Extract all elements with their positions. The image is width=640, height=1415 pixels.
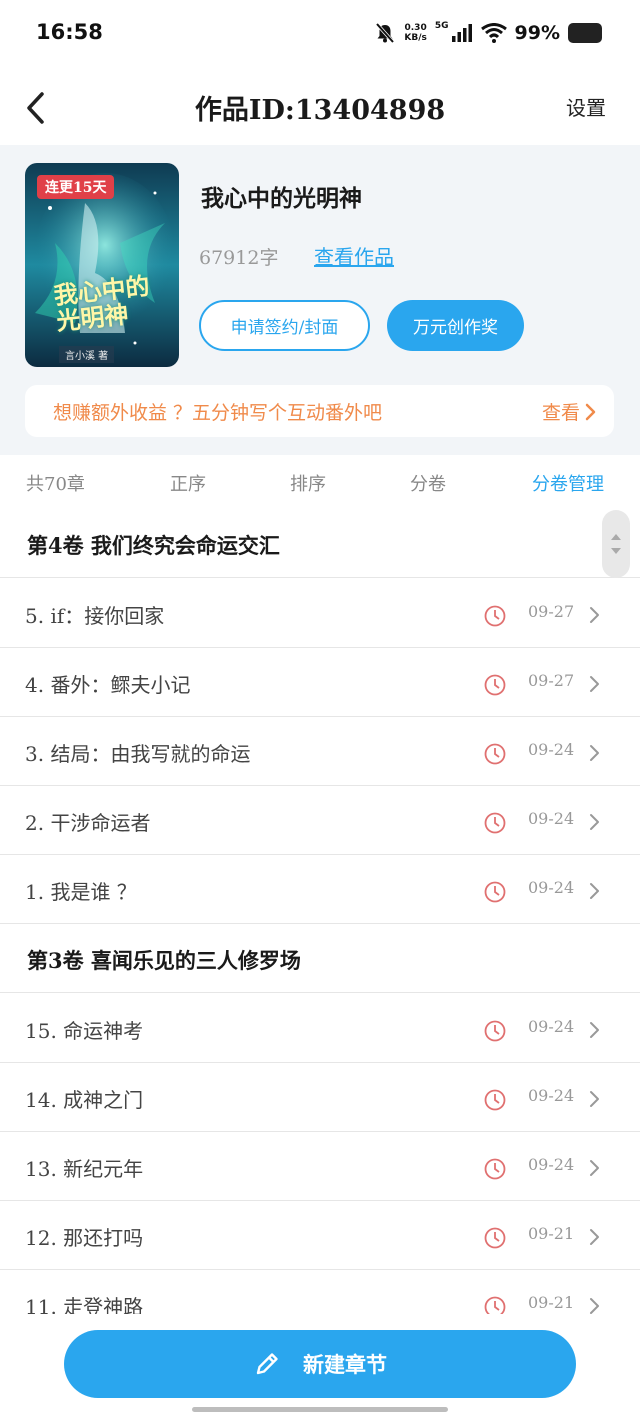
chapter-title: 13. 新纪元年 xyxy=(25,1157,144,1181)
clock-icon xyxy=(484,881,506,903)
status-time: 16:58 xyxy=(36,20,103,44)
chapter-title: 11. 走登神路 xyxy=(25,1295,144,1314)
chapter-title: 12. 那还打吗 xyxy=(25,1226,144,1250)
chapter-row[interactable]: 14. 成神之门 09-24 xyxy=(0,1063,640,1132)
chapter-row[interactable]: 1. 我是谁 ？ 09-24 xyxy=(0,855,640,924)
chevron-right-icon xyxy=(590,1091,599,1107)
new-chapter-button[interactable]: 新建章节 xyxy=(64,1330,576,1398)
chapter-date: 09-21 xyxy=(528,1224,575,1243)
cover-badge: 连更15天 xyxy=(37,175,115,199)
chapter-title: 1. 我是谁 ？ xyxy=(25,880,137,904)
volume-header: 第3卷 喜闻乐见的三人修罗场 xyxy=(0,925,640,993)
bell-muted-icon xyxy=(376,22,395,44)
cover-author: 言小溪 著 xyxy=(59,346,115,363)
work-info-section: 连更15天 我心中的 光明神 言小溪 著 我心中的光明神 67912字 查看作品 … xyxy=(0,145,640,455)
chapter-row[interactable]: 4. 番外：鳏夫小记 09-27 xyxy=(0,648,640,717)
wifi-icon xyxy=(480,23,507,43)
chapter-date: 09-21 xyxy=(528,1293,575,1312)
chapter-row[interactable]: 11. 走登神路 09-21 xyxy=(0,1270,640,1314)
chapter-date: 09-24 xyxy=(528,740,575,759)
chapter-date: 09-24 xyxy=(528,878,575,897)
clock-icon xyxy=(484,812,506,834)
word-count: 67912字 xyxy=(199,247,279,269)
new-chapter-label: 新建章节 xyxy=(303,1352,387,1377)
chapter-title: 4. 番外：鳏夫小记 xyxy=(25,673,191,697)
nav-bar: 作品ID:13404898 设置 xyxy=(0,70,640,145)
net-speed-unit: KB/s xyxy=(404,33,427,43)
chapter-title: 2. 干涉命运者 xyxy=(25,811,151,835)
chapter-row[interactable]: 5. if：接你回家 09-27 xyxy=(0,579,640,648)
home-indicator[interactable] xyxy=(192,1407,448,1412)
pencil-icon xyxy=(256,1353,278,1375)
status-bar: 16:58 0.30 KB/s 5G 99% xyxy=(0,0,640,70)
chapter-row[interactable]: 3. 结局：由我写就的命运 09-24 xyxy=(0,717,640,786)
status-icons: 0.30 KB/s 5G 99% xyxy=(374,21,602,44)
chevron-right-icon xyxy=(590,883,599,899)
net-speed-value: 0.30 xyxy=(404,23,427,33)
chevron-right-icon xyxy=(590,1298,599,1314)
tab-volume-manage[interactable]: 分卷管理 xyxy=(532,470,604,496)
clock-icon xyxy=(484,605,506,627)
battery-icon xyxy=(568,23,602,43)
promo-link-label: 查看 xyxy=(541,402,580,424)
chevron-right-icon xyxy=(585,403,596,420)
clock-icon xyxy=(484,1227,506,1249)
chevron-right-icon xyxy=(590,745,599,761)
clock-icon xyxy=(484,743,506,765)
clock-icon xyxy=(484,1296,506,1314)
chapter-row[interactable]: 2. 干涉命运者 09-24 xyxy=(0,786,640,855)
chapter-date: 09-24 xyxy=(528,1017,575,1036)
book-cover[interactable]: 连更15天 我心中的 光明神 言小溪 著 xyxy=(25,163,179,367)
page-title: 作品ID:13404898 xyxy=(194,95,446,126)
chapter-date: 09-24 xyxy=(528,1155,575,1174)
signal-icon xyxy=(451,24,472,42)
chevron-right-icon xyxy=(590,814,599,830)
volume-title: 第4卷 我们终究会命运交汇 xyxy=(27,533,280,558)
chapter-title: 15. 命运神考 xyxy=(25,1019,144,1043)
chapter-title: 5. if：接你回家 xyxy=(25,604,165,628)
chapter-row[interactable]: 12. 那还打吗 09-21 xyxy=(0,1201,640,1270)
list-toolbar: 共70章 正序 排序 分卷 分卷管理 xyxy=(0,455,640,510)
promo-banner[interactable]: 想赚额外收益 ？五分钟写个互动番外吧 查看 xyxy=(25,385,614,437)
chapter-row[interactable]: 15. 命运神考 09-24 xyxy=(0,994,640,1063)
settings-button[interactable]: 设置 xyxy=(566,92,606,121)
battery-percent: 99% xyxy=(514,22,560,44)
scroll-up-icon xyxy=(611,534,621,540)
chapter-date: 09-24 xyxy=(528,1086,575,1105)
chapter-date: 09-27 xyxy=(528,602,575,621)
chevron-right-icon xyxy=(590,1229,599,1245)
net-speed: 0.30 KB/s xyxy=(404,23,426,43)
cover-art-title: 我心中的 光明神 xyxy=(52,271,151,336)
chevron-right-icon xyxy=(590,607,599,623)
network-type: 5G xyxy=(434,21,449,31)
chapter-title: 14. 成神之门 xyxy=(25,1088,144,1112)
promo-view-link[interactable]: 查看 xyxy=(542,398,596,425)
tab-volume[interactable]: 分卷 xyxy=(410,470,446,496)
chapter-date: 09-27 xyxy=(528,671,575,690)
work-title: 我心中的光明神 xyxy=(201,185,362,212)
promo-text: 想赚额外收益 ？五分钟写个互动番外吧 xyxy=(53,402,383,424)
clock-icon xyxy=(484,1089,506,1111)
clock-icon xyxy=(484,1020,506,1042)
creation-award-button[interactable]: 万元创作奖 xyxy=(387,300,524,351)
tab-sort[interactable]: 排序 xyxy=(290,470,326,496)
chapter-date: 09-24 xyxy=(528,809,575,828)
volume-header: 第4卷 我们终究会命运交汇 xyxy=(0,510,640,578)
chapter-row[interactable]: 13. 新纪元年 09-24 xyxy=(0,1132,640,1201)
tab-order[interactable]: 正序 xyxy=(170,470,206,496)
view-work-link[interactable]: 查看作品 xyxy=(314,241,394,270)
chapter-title: 3. 结局：由我写就的命运 xyxy=(25,742,251,766)
scroll-handle[interactable] xyxy=(602,510,630,578)
clock-icon xyxy=(484,1158,506,1180)
chevron-right-icon xyxy=(590,1022,599,1038)
apply-contract-button[interactable]: 申请签约/封面 xyxy=(199,300,370,351)
chapter-count: 共70章 xyxy=(26,474,85,495)
chevron-right-icon xyxy=(590,1160,599,1176)
clock-icon xyxy=(484,674,506,696)
volume-title: 第3卷 喜闻乐见的三人修罗场 xyxy=(27,948,301,973)
chevron-right-icon xyxy=(590,676,599,692)
scroll-down-icon xyxy=(611,548,621,554)
